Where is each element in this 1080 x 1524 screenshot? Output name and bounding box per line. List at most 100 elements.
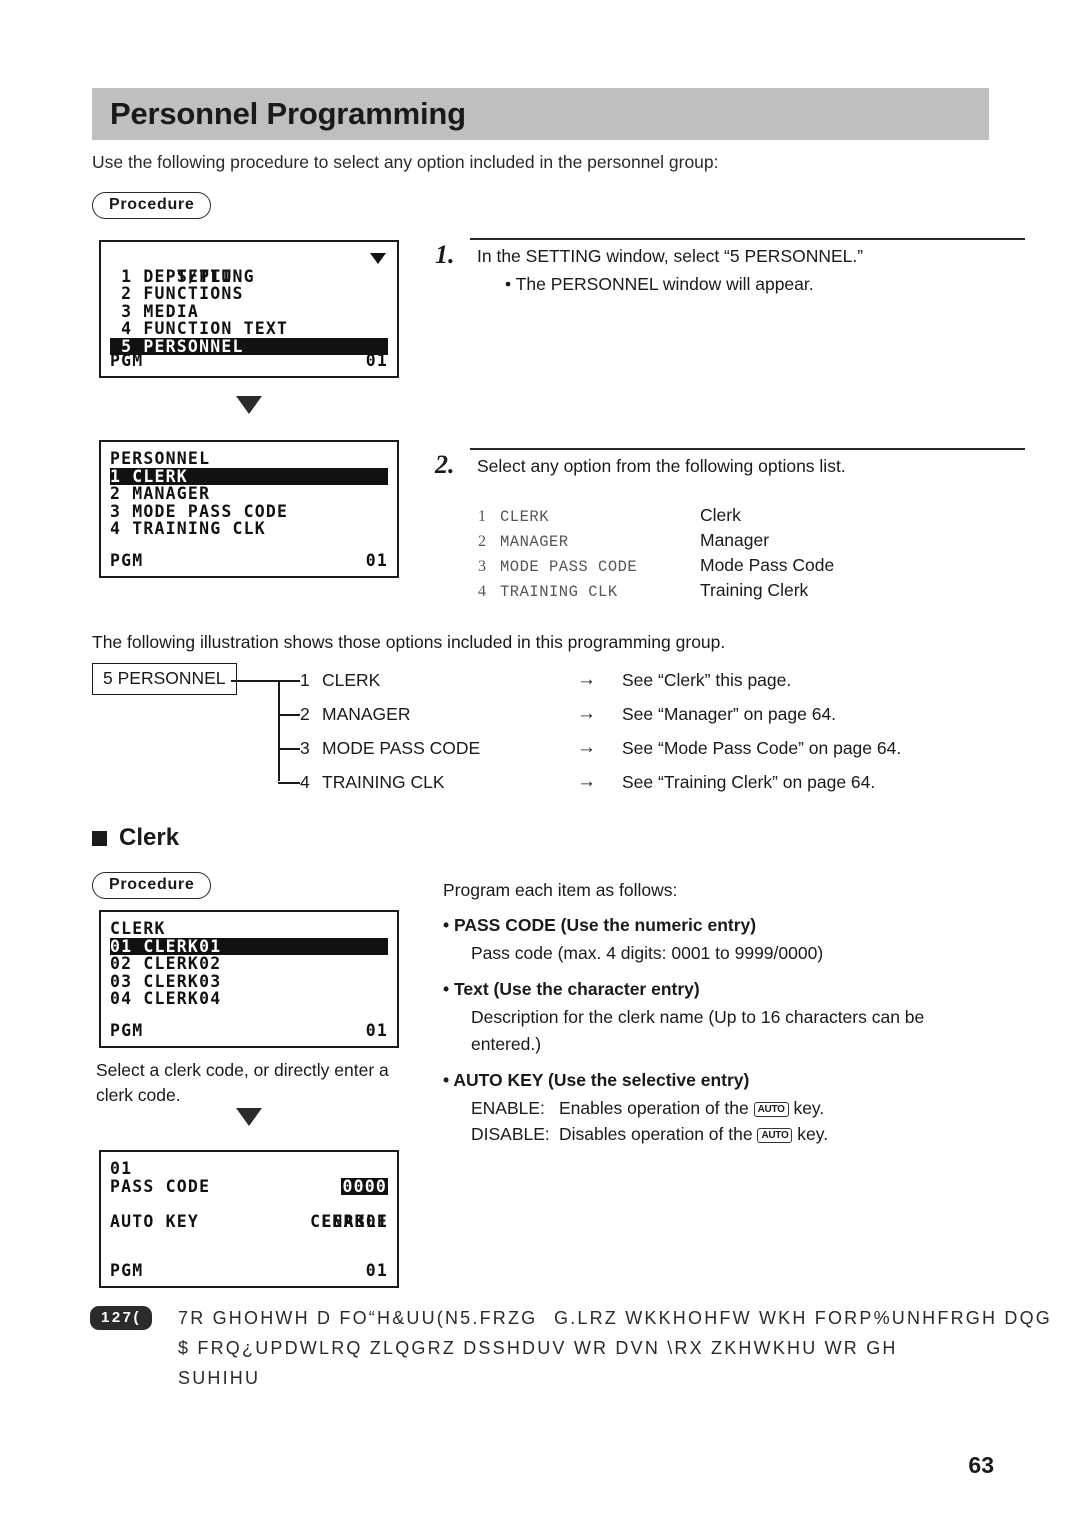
- lcd-setting-row[interactable]: 4 FUNCTION TEXT: [110, 320, 388, 338]
- lcd-setting-row[interactable]: 2 FUNCTIONS: [110, 285, 388, 303]
- auto-key-enable-before: Enables operation of the: [559, 1097, 749, 1118]
- auto-key-enable-text: Enables operation of the AUTO key.: [559, 1095, 824, 1121]
- options-list: 1 CLERK Clerk 2 MANAGER Manager 3 MODE P…: [478, 505, 834, 605]
- pass-code-bullet-body: Pass code (max. 4 digits: 0001 to 9999/0…: [471, 943, 824, 963]
- option-code: MANAGER: [500, 533, 569, 551]
- lcd-detail-pass-code-value[interactable]: 0000: [341, 1177, 388, 1195]
- lcd-screen-clerk-list: CLERK 01 CLERK01 02 CLERK02 03 CLERK03 0…: [99, 910, 399, 1048]
- lcd-setting-clerk: 01: [365, 351, 388, 370]
- tree-item-reference: See “Manager” on page 64.: [622, 704, 837, 724]
- flow-arrow-down-icon: [236, 1108, 262, 1126]
- option-row: 1 CLERK Clerk: [478, 505, 834, 530]
- step-2-rule: [470, 448, 1025, 450]
- tree-branch: [278, 748, 300, 750]
- note-line-2: $ FRQ¿UPDWLRQ ZLQGRZ DSSHDUV WR DVN \RX …: [178, 1338, 898, 1358]
- lcd-clerk-clerk: 01: [365, 1021, 388, 1040]
- lcd-clerk-row[interactable]: 04 CLERK04: [110, 990, 388, 1008]
- clerk-lead-text: Program each item as follows:: [443, 880, 678, 900]
- text-bullet-body: Description for the clerk name (Up to 16…: [471, 1007, 925, 1054]
- lcd-personnel-row[interactable]: 3 MODE PASS CODE: [110, 502, 388, 521]
- auto-key-enable-label: ENABLE:: [471, 1097, 545, 1118]
- caret-down-icon: [370, 253, 386, 264]
- lcd-detail-pass-code-label: PASS CODE: [110, 1176, 211, 1196]
- step-1-rule: [470, 238, 1025, 240]
- option-number: 4: [478, 583, 486, 600]
- lcd-clerk-mode: PGM: [110, 1021, 144, 1040]
- tree-item-clerk: 1 CLERK: [300, 670, 380, 691]
- options-tree-diagram: 5 PERSONNEL 1 CLERK → See “Clerk” this pa…: [92, 663, 992, 803]
- option-number: 3: [478, 558, 486, 575]
- lcd-screen-setting: SETTING 1 DEPT/PLU 2 FUNCTIONS 3 MEDIA 4…: [99, 240, 399, 378]
- lcd-setting-title: SETTING: [110, 250, 388, 285]
- flow-arrow-down-icon: [236, 396, 262, 414]
- auto-key-bullet-head: • AUTO KEY (Use the selective entry): [443, 1069, 750, 1090]
- tree-stem: [231, 680, 279, 682]
- lcd-detail-auto-key-label: AUTO KEY: [110, 1211, 200, 1231]
- auto-key-disable-before: Disables operation of the: [559, 1124, 753, 1144]
- page-title-banner: Personnel Programming: [92, 88, 989, 140]
- tree-branch: [278, 714, 300, 716]
- lcd-personnel-title: PERSONNEL: [110, 449, 211, 468]
- auto-key-disable-text: Disables operation of the AUTO key.: [559, 1121, 828, 1147]
- auto-key-disable-row: DISABLE: Disables operation of the AUTO …: [471, 1121, 988, 1147]
- auto-key-enable-row: ENABLE: Enables operation of the AUTO ke…: [471, 1095, 988, 1121]
- lcd-setting-row[interactable]: 3 MEDIA: [110, 302, 388, 321]
- tree-branch: [278, 782, 300, 784]
- arrow-right-icon: →: [577, 669, 596, 690]
- lcd-screen-clerk-detail: 01 PASS CODE 0000 CLERK01 AUTO KEY ENABL…: [99, 1150, 399, 1288]
- tree-item-number: 3: [300, 738, 310, 758]
- tree-item-name: MODE PASS CODE: [322, 738, 481, 758]
- note-body: 7R GHOHWH D FO“H&UU(N5.FRZGG.LRZ WKKHOH…: [178, 1303, 1080, 1393]
- lcd-personnel-row-selected[interactable]: 1 CLERK: [110, 467, 388, 485]
- clerk-item-descriptions: Program each item as follows: • PASS COD…: [443, 880, 988, 1147]
- lcd-clerk-row[interactable]: 02 CLERK02: [110, 955, 388, 973]
- tree-intro-text: The following illustration shows those o…: [92, 632, 726, 652]
- option-row: 4 TRAINING CLK Training Clerk: [478, 580, 834, 605]
- tree-item-training-clk: 4 TRAINING CLK: [300, 772, 445, 793]
- procedure-badge-top: Procedure: [92, 192, 212, 219]
- lcd-clerk-footer: PGM 01: [110, 1021, 388, 1040]
- auto-key-keycap-icon: AUTO: [753, 1101, 789, 1117]
- step-2-body: Select any option from the following opt…: [477, 456, 1037, 477]
- lcd-setting-mode: PGM: [110, 351, 144, 370]
- auto-key-enable-after: key.: [793, 1097, 825, 1118]
- lcd-personnel-mode: PGM: [110, 551, 144, 570]
- lcd-detail-pass-code-row[interactable]: PASS CODE 0000: [110, 1176, 388, 1196]
- lcd-clerk-row-selected[interactable]: 01 CLERK01: [110, 937, 388, 955]
- tree-item-number: 1: [300, 670, 310, 690]
- option-code: CLERK: [500, 508, 550, 526]
- option-number: 1: [478, 508, 486, 525]
- page-title: Personnel Programming: [110, 96, 466, 131]
- lcd-personnel-row[interactable]: 4 TRAINING CLK: [110, 520, 388, 538]
- tree-root-box: 5 PERSONNEL: [92, 663, 237, 695]
- option-row: 2 MANAGER Manager: [478, 530, 834, 555]
- step-2-number: 2.: [435, 450, 455, 479]
- step-1-number: 1.: [435, 240, 455, 269]
- text-bullet-head: • Text (Use the character entry): [443, 979, 700, 1000]
- manual-page: Personnel Programming Use the following …: [0, 0, 1080, 1524]
- option-label: Manager: [700, 530, 770, 550]
- step-1-sub: • The PERSONNEL window will appear.: [505, 274, 814, 294]
- lcd-setting-row[interactable]: 1 DEPT/PLU: [110, 267, 388, 286]
- option-label: Mode Pass Code: [700, 555, 835, 575]
- tree-item-name: MANAGER: [322, 704, 411, 724]
- tree-spine: [278, 680, 280, 781]
- lcd-detail-auto-key-row[interactable]: AUTO KEY ENABLE: [110, 1211, 388, 1231]
- lcd-clerk-title: CLERK: [110, 919, 166, 938]
- tree-item-name: TRAINING CLK: [322, 772, 445, 792]
- lcd-clerk-row[interactable]: 03 CLERK03: [110, 972, 388, 991]
- lcd-setting-footer: PGM 01: [110, 351, 388, 370]
- lcd-personnel-row[interactable]: 2 MANAGER: [110, 485, 388, 503]
- square-bullet-icon: [92, 830, 107, 846]
- tree-item-mode-pass-code: 3 MODE PASS CODE: [300, 738, 480, 759]
- procedure-badge-clerk: Procedure: [92, 872, 212, 899]
- tree-item-number: 4: [300, 772, 310, 792]
- tree-item-name: CLERK: [322, 670, 381, 690]
- auto-key-disable-label: DISABLE:: [471, 1124, 550, 1144]
- auto-key-bullet-body: ENABLE: Enables operation of the AUTO ke…: [471, 1095, 988, 1148]
- lcd-detail-name-row[interactable]: CLERK01: [110, 1195, 388, 1230]
- lcd-detail-clerk: 01: [365, 1261, 388, 1280]
- lcd-detail-auto-key-value: ENABLE: [321, 1211, 388, 1231]
- step-1-body: In the SETTING window, select “5 PERSONN…: [477, 246, 1037, 295]
- option-row: 3 MODE PASS CODE Mode Pass Code: [478, 555, 834, 580]
